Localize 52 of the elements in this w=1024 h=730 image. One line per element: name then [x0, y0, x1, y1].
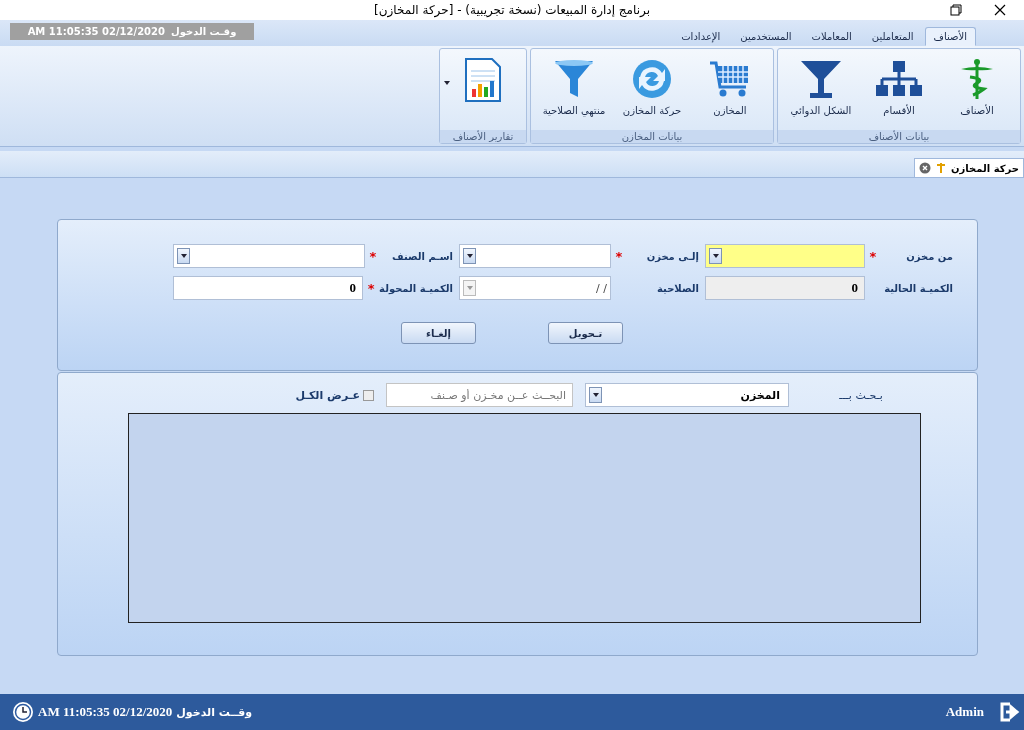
field-label: اسـم الصنف [390, 250, 453, 262]
quantity-field: 0 [705, 276, 865, 300]
caret-icon [180, 254, 187, 258]
menu-tab[interactable]: المستخدمين [731, 27, 801, 46]
refresh-icon [630, 57, 674, 101]
login-time-value: AM 11:05:35 02/12/2020 [38, 704, 173, 720]
field-label: الكميـة الحالية [883, 282, 953, 294]
document-tab[interactable]: حركة المخازن [914, 158, 1024, 177]
menu-tab[interactable]: الأصناف [924, 27, 976, 46]
ribbon-button[interactable]: الأصناف [938, 49, 1016, 130]
group-title: بيانات المخازن [531, 130, 773, 143]
required-mark: * [367, 280, 375, 296]
user-name: Admin [945, 704, 984, 720]
login-time-value: AM 11:05:35 02/12/2020 [27, 26, 165, 37]
field-label: الكميـة المحولة [379, 282, 453, 294]
ribbon-button[interactable]: منتهي الصلاحية [535, 49, 613, 130]
restore-icon[interactable] [950, 4, 962, 16]
search-by-label: بـحـث بـــ [838, 388, 884, 402]
login-time-label: وقــت الدخول [176, 705, 252, 719]
group-title: تقارير الأصناف [440, 130, 526, 143]
window-title: برنامج إدارة المبيعات (نسخة تجريبية) - [حركة المخازن] [374, 3, 650, 17]
report-icon [463, 57, 503, 103]
field-label: من مخزن [905, 250, 953, 262]
clock-icon [12, 701, 34, 723]
field-label: إلـى مخزن [645, 250, 699, 262]
caret-icon [466, 254, 473, 258]
required-mark: * [615, 248, 623, 264]
group-title: بيانات الأصناف [778, 130, 1020, 143]
field-label: الصلاحية [656, 282, 699, 294]
caret-icon [712, 254, 719, 258]
ribbon-button[interactable]: الأقسام [860, 49, 938, 130]
login-time-label: وقـت الدخول [171, 26, 237, 37]
form-button[interactable]: إلغـاء [401, 322, 476, 344]
menu-tab[interactable]: المعاملات [802, 27, 861, 46]
date-field[interactable]: / / [459, 276, 611, 300]
pin-icon [935, 162, 948, 174]
required-mark: * [869, 248, 877, 264]
menu-tab[interactable]: الإعدادات [672, 27, 730, 46]
caret-icon [592, 393, 599, 397]
caret-icon [466, 286, 473, 290]
ribbon-button[interactable]: الشكل الدوائي [782, 49, 860, 130]
ribbon-button[interactable]: المخازن [691, 49, 769, 130]
ribbon-button[interactable]: حركة المخازن [613, 49, 691, 130]
form-button[interactable]: تـحويل [548, 322, 623, 344]
search-by-combo[interactable]: المخزن [585, 383, 789, 407]
exit-icon[interactable] [998, 701, 1020, 723]
menu-tab[interactable]: المتعاملين [862, 27, 923, 46]
close-icon[interactable] [994, 4, 1006, 16]
required-mark: * [369, 248, 377, 264]
document-tab-label: حركة المخازن [951, 162, 1019, 174]
quantity-input[interactable]: 0 [173, 276, 364, 300]
show-all-checkbox[interactable]: عـرض الكـل [295, 388, 374, 402]
